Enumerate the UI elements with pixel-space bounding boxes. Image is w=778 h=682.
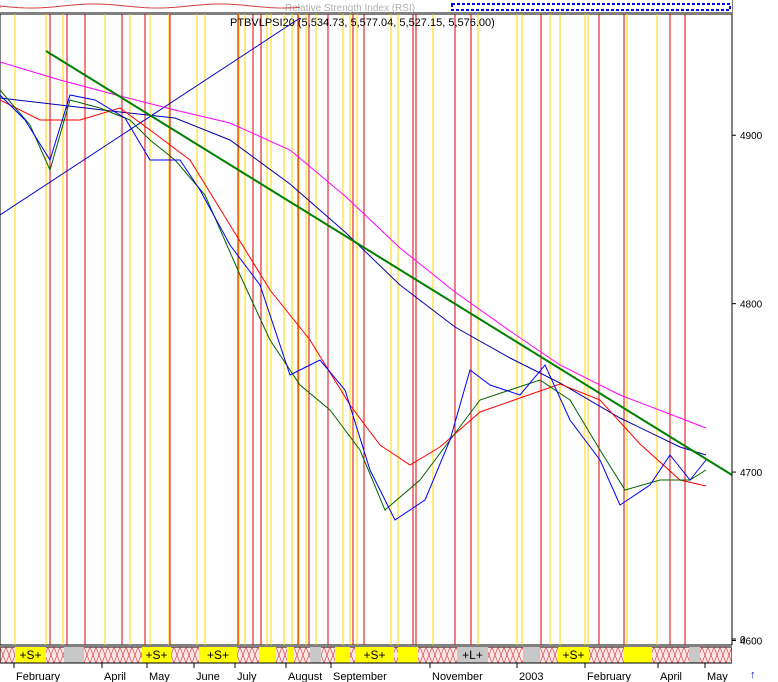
band-neutral-segment — [689, 647, 700, 663]
x-tick-label: November — [432, 671, 483, 682]
x-tick-label: May — [707, 671, 728, 682]
band-signal-label: +S+ — [19, 648, 41, 662]
x-tick-label: February — [16, 671, 61, 682]
band-signal-segment — [335, 647, 350, 663]
band-neutral-segment — [310, 647, 321, 663]
band-neutral-segment — [64, 647, 84, 663]
chart-window: +S++S++S++S++L++S+ EXITEXITEXITEXITEXITE… — [0, 0, 778, 682]
x-tick-label: August — [288, 671, 322, 682]
x-tick-label: April — [660, 671, 682, 682]
band-signal-segment — [398, 647, 418, 663]
band-signal-label: +S+ — [363, 648, 385, 662]
band-signal-segment — [287, 647, 294, 663]
band-signal-label: +S+ — [207, 648, 229, 662]
band-signal-label: +L+ — [462, 648, 483, 662]
y-tick-label: 4800 — [740, 300, 763, 311]
rsi-panel-title: Relative Strength Index (RSI) — [285, 3, 415, 14]
x-tick-label: 2003 — [519, 671, 543, 682]
y-tick-label: 4900 — [740, 131, 763, 142]
x-tick-label: May — [149, 671, 170, 682]
x-tick-label: July — [237, 671, 257, 682]
y-tick-label: 4700 — [740, 468, 763, 479]
band-signal-segment — [624, 647, 652, 663]
x-tick-label: April — [104, 671, 126, 682]
band-signal-label: +S+ — [562, 648, 584, 662]
price-legend: PTBVLPSI20 (5,534.73, 5,577.04, 5,527.15… — [230, 17, 495, 29]
scroll-up-arrow-icon: ↑ — [750, 669, 756, 681]
band-neutral-segment — [523, 647, 540, 663]
x-tick-label: June — [196, 671, 220, 682]
band-signal-segment — [259, 647, 276, 663]
band-signal-label: +S+ — [145, 648, 167, 662]
x-tick-label: September — [333, 671, 387, 682]
x-tick-label: February — [587, 671, 632, 682]
stock-chart: +S++S++S++S++L++S+ EXITEXITEXITEXITEXITE… — [0, 0, 778, 682]
y-tick-label: 0 — [740, 635, 746, 646]
price-axis — [732, 0, 778, 682]
